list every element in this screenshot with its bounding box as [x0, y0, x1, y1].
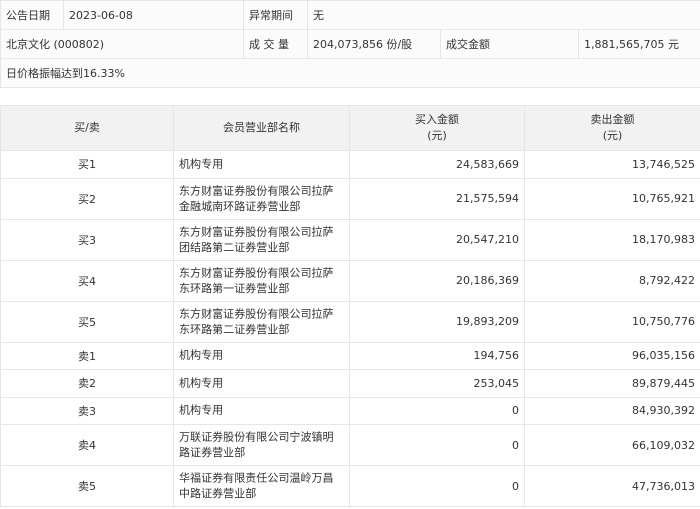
side-cell: 买3: [0, 218, 174, 261]
seat-name: 机构专用: [179, 348, 224, 362]
side-cell: 买1: [0, 150, 174, 179]
header-buy: 买入金额 (元): [349, 105, 525, 151]
sell-amount-cell: 18,170,983: [524, 218, 700, 261]
seat-name: 东方财富证券股份有限公司拉萨金融城南环路证券营业部: [179, 183, 334, 213]
buy-amount-cell: 20,547,210: [349, 218, 525, 261]
header-sell-unit: (元): [602, 129, 623, 142]
amount-value: 1,881,565,705 元: [577, 29, 700, 59]
amount-label: 成交金额: [440, 29, 579, 59]
seat-name: 华福证券有限责任公司温岭万昌中路证券营业部: [179, 471, 334, 500]
seat-name-cell: 东方财富证券股份有限公司拉萨东环路第二证券营业部: [173, 300, 350, 343]
seat-name: 机构专用: [179, 403, 224, 417]
table-row: 买5 东方财富证券股份有限公司拉萨东环路第二证券营业部 19,893,209 1…: [0, 300, 700, 343]
side-cell: 买2: [0, 177, 174, 220]
sell-amount-cell: 66,109,032: [524, 424, 700, 466]
seat-name-cell: 机构专用: [173, 341, 350, 370]
sell-amount-cell: 8,792,422: [524, 259, 700, 302]
side-cell: 卖4: [0, 424, 174, 466]
table-row: 买4 东方财富证券股份有限公司拉萨东环路第一证券营业部 20,186,369 8…: [0, 259, 700, 302]
seat-name: 机构专用: [179, 376, 224, 390]
seat-name-cell: 机构专用: [173, 150, 350, 179]
seat-name-cell: 东方财富证券股份有限公司拉萨团结路第二证券营业部: [173, 218, 350, 261]
seat-name-cell: 机构专用: [173, 369, 350, 398]
volume-label: 成 交 量: [243, 29, 308, 59]
table-header: 买/卖 会员营业部名称 买入金额 (元) 卖出金额 (元): [0, 105, 700, 151]
sell-amount-cell: 47,736,013: [524, 465, 700, 507]
sell-amount-cell: 10,750,776: [524, 300, 700, 343]
table-row: 卖4 万联证券股份有限公司宁波镇明路证券营业部 0 66,109,032: [0, 424, 700, 466]
header-sell-label: 卖出金额: [590, 113, 635, 126]
table-row: 卖1 机构专用 194,756 96,035,156: [0, 341, 700, 370]
volume-value: 204,073,856 份/股: [307, 29, 441, 59]
header-side: 买/卖: [0, 105, 174, 151]
header-name: 会员营业部名称: [173, 105, 350, 151]
seat-name-cell: 万联证券股份有限公司宁波镇明路证券营业部: [173, 424, 350, 466]
buy-amount-cell: 0: [349, 396, 525, 425]
buy-amount-cell: 253,045: [349, 369, 525, 398]
sell-amount-cell: 96,035,156: [524, 341, 700, 370]
seat-name: 万联证券股份有限公司宁波镇明路证券营业部: [179, 430, 334, 459]
buy-amount-cell: 0: [349, 465, 525, 507]
seat-name: 东方财富证券股份有限公司拉萨团结路第二证券营业部: [179, 224, 334, 254]
seat-name: 东方财富证券股份有限公司拉萨东环路第二证券营业部: [179, 306, 334, 336]
side-cell: 买5: [0, 300, 174, 343]
reason-text: 日价格振幅达到16.33%: [0, 58, 700, 88]
seat-name-cell: 东方财富证券股份有限公司拉萨东环路第一证券营业部: [173, 259, 350, 302]
sell-amount-cell: 89,879,445: [524, 369, 700, 398]
period-label: 异常期间: [243, 0, 308, 30]
table-row: 卖3 机构专用 0 84,930,392: [0, 396, 700, 425]
side-cell: 卖3: [0, 396, 174, 425]
table-row: 卖2 机构专用 253,045 89,879,445: [0, 369, 700, 398]
table-row: 买2 东方财富证券股份有限公司拉萨金融城南环路证券营业部 21,575,594 …: [0, 177, 700, 220]
table-row: 卖5 华福证券有限责任公司温岭万昌中路证券营业部 0 47,736,013: [0, 465, 700, 507]
header-sell: 卖出金额 (元): [524, 105, 700, 151]
header-buy-label: 买入金额: [415, 113, 459, 126]
table-row: 买3 东方财富证券股份有限公司拉萨团结路第二证券营业部 20,547,210 1…: [0, 218, 700, 261]
seat-name-cell: 机构专用: [173, 396, 350, 425]
side-cell: 卖5: [0, 465, 174, 507]
seat-name-cell: 华福证券有限责任公司温岭万昌中路证券营业部: [173, 465, 350, 507]
buy-amount-cell: 20,186,369: [349, 259, 525, 302]
buy-amount-cell: 194,756: [349, 341, 525, 370]
buy-amount-cell: 0: [349, 424, 525, 466]
date-label: 公告日期: [0, 0, 64, 30]
side-cell: 卖2: [0, 369, 174, 398]
period-value: 无: [306, 0, 700, 30]
stock-name: 北京文化 (000802): [0, 29, 244, 59]
trading-seats-table: 买/卖 会员营业部名称 买入金额 (元) 卖出金额 (元) 买1 机构专用 24,5…: [0, 105, 700, 507]
sell-amount-cell: 84,930,392: [524, 396, 700, 425]
sell-amount-cell: 10,765,921: [524, 177, 700, 220]
buy-amount-cell: 24,583,669: [349, 150, 525, 179]
header-buy-unit: (元): [427, 129, 447, 142]
seat-name: 机构专用: [179, 157, 224, 171]
buy-amount-cell: 19,893,209: [349, 300, 525, 343]
seat-name: 东方财富证券股份有限公司拉萨东环路第一证券营业部: [179, 265, 334, 295]
side-cell: 买4: [0, 259, 174, 302]
date-value: 2023-06-08: [63, 0, 244, 30]
seat-name-cell: 东方财富证券股份有限公司拉萨金融城南环路证券营业部: [173, 177, 350, 220]
sell-amount-cell: 13,746,525: [524, 150, 700, 179]
side-cell: 卖1: [0, 341, 174, 370]
announcement-info-table: 公告日期 2023-06-08 异常期间 无 北京文化 (000802) 成 交…: [0, 0, 700, 88]
buy-amount-cell: 21,575,594: [349, 177, 525, 220]
table-row: 买1 机构专用 24,583,669 13,746,525: [0, 150, 700, 179]
